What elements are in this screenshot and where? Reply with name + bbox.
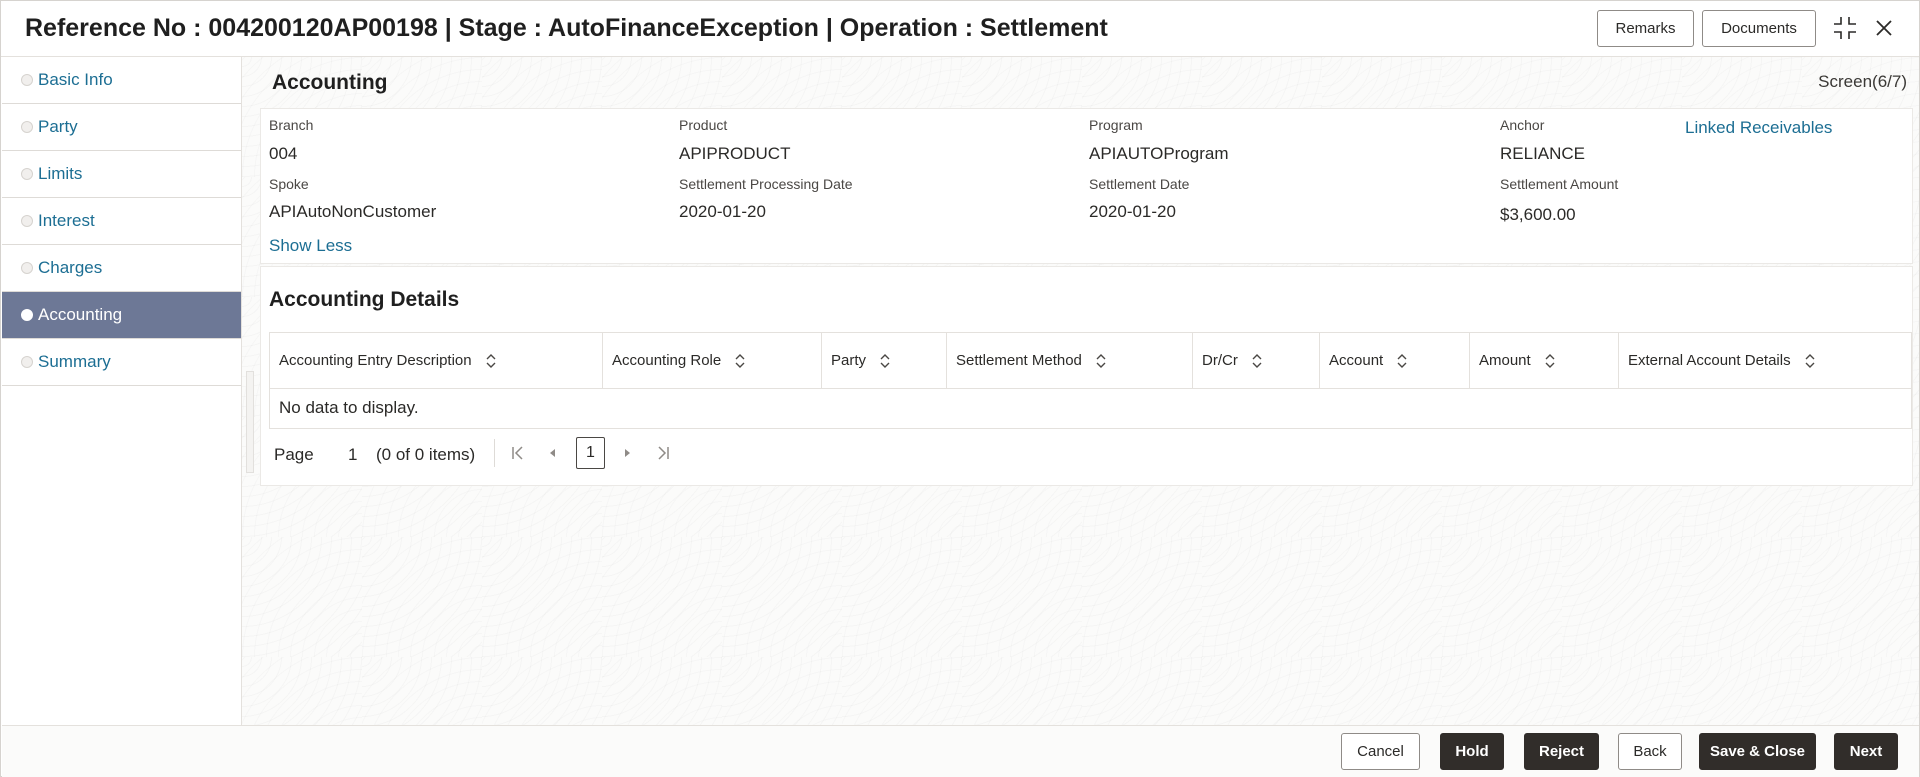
product-value: APIPRODUCT [679,144,791,163]
page-label: Page [274,445,314,464]
summary-card [260,108,1913,264]
step-dot-icon [21,168,33,180]
section-title: Accounting [272,71,388,94]
accounting-details-title: Accounting Details [269,288,460,311]
sort-icon [486,353,496,368]
anchor-label: Anchor [1500,117,1545,133]
program-label: Program [1089,117,1143,133]
settlement-date-value: 2020-01-20 [1089,202,1176,221]
sidebar-item-party[interactable]: Party [2,104,241,151]
items-summary: (0 of 0 items) [376,445,476,464]
sidebar-item-accounting[interactable]: Accounting [2,292,241,339]
save-close-button[interactable]: Save & Close [1699,733,1816,770]
column-header-external-account-details[interactable]: External Account Details [1619,333,1911,388]
close-icon[interactable] [1869,13,1899,43]
sort-icon [1805,353,1815,368]
back-button[interactable]: Back [1618,733,1682,770]
table-header: Accounting Entry Description Accounting … [270,333,1911,389]
pager-divider [494,439,495,467]
sort-icon [735,353,745,368]
hold-button[interactable]: Hold [1440,733,1504,770]
column-header-label: Amount [1479,352,1531,369]
cancel-button[interactable]: Cancel [1341,733,1420,770]
settlement-date-label: Settlement Date [1089,176,1190,192]
sidebar-item-summary[interactable]: Summary [2,339,241,386]
product-label: Product [679,117,728,133]
column-header-amount[interactable]: Amount [1470,333,1619,388]
column-header-accounting-role[interactable]: Accounting Role [603,333,822,388]
first-page-icon[interactable] [509,444,527,462]
step-dot-icon [21,215,33,227]
step-dot-icon [21,356,33,368]
page-title: Reference No : 004200120AP00198 | Stage … [25,14,1108,42]
column-header-dr-cr[interactable]: Dr/Cr [1193,333,1320,388]
spoke-label: Spoke [269,176,309,192]
sidebar-item-label: Party [38,117,78,136]
pagination: Page 1 (0 of 0 items) 1 [269,437,769,469]
collapse-icon[interactable] [1830,13,1860,43]
sort-icon [1096,353,1106,368]
column-header-label: Accounting Entry Description [279,352,472,369]
settlement-processing-date-label: Settlement Processing Date [679,176,853,192]
last-page-icon[interactable] [654,444,672,462]
column-header-account[interactable]: Account [1320,333,1470,388]
sidebar-item-label: Basic Info [38,70,113,89]
sidebar-item-basic-info[interactable]: Basic Info [2,57,241,104]
remarks-button[interactable]: Remarks [1597,10,1694,47]
step-dot-icon [21,309,33,321]
column-header-label: Account [1329,352,1384,369]
linked-receivables-link[interactable]: Linked Receivables [1685,118,1832,138]
current-page-button[interactable]: 1 [576,437,605,469]
sidebar-item-label: Charges [38,258,103,277]
step-dot-icon [21,74,33,86]
step-dot-icon [21,121,33,133]
settlement-amount-label: Settlement Amount [1500,176,1619,192]
sort-icon [1545,353,1555,368]
settlement-processing-date-value: 2020-01-20 [679,202,766,221]
sort-icon [1397,353,1407,368]
sort-icon [880,353,890,368]
anchor-value: RELIANCE [1500,144,1586,163]
branch-label: Branch [269,117,314,133]
next-page-icon[interactable] [618,444,636,462]
header-bar: Reference No : 004200120AP00198 | Stage … [1,1,1919,57]
branch-value: 004 [269,144,298,163]
empty-table-message: No data to display. [279,398,419,417]
next-button[interactable]: Next [1834,733,1898,770]
program-value: APIAUTOProgram [1089,144,1229,163]
page-number-input[interactable]: 1 [348,445,357,465]
spoke-value: APIAutoNonCustomer [269,202,437,221]
column-header-label: Dr/Cr [1202,352,1238,369]
column-header-label: Accounting Role [612,352,722,369]
show-less-link[interactable]: Show Less [269,236,352,256]
screen-indicator: Screen(6/7) [1818,72,1907,91]
column-header-settlement-method[interactable]: Settlement Method [947,333,1193,388]
sidebar-item-limits[interactable]: Limits [2,151,241,198]
scrollbar[interactable] [246,371,254,473]
reject-button[interactable]: Reject [1524,733,1599,770]
sidebar-item-label: Interest [38,211,95,230]
settlement-amount-value: $3,600.00 [1500,205,1576,224]
sidebar-item-label: Accounting [38,305,123,324]
app-window: Reference No : 004200120AP00198 | Stage … [0,0,1920,777]
accounting-details-table: Accounting Entry Description Accounting … [269,332,1912,429]
sort-icon [1252,353,1262,368]
previous-page-icon[interactable] [544,444,562,462]
column-header-party[interactable]: Party [822,333,947,388]
sidebar-nav: Basic Info Party Limits Interest Charges… [2,57,242,725]
column-header-label: Settlement Method [956,352,1082,369]
step-dot-icon [21,262,33,274]
sidebar-item-label: Limits [38,164,83,183]
column-header-label: Party [831,352,867,369]
sidebar-item-charges[interactable]: Charges [2,245,241,292]
column-header-label: External Account Details [1628,352,1791,369]
sidebar-item-interest[interactable]: Interest [2,198,241,245]
sidebar-item-label: Summary [38,352,111,371]
column-header-accounting-entry-description[interactable]: Accounting Entry Description [270,333,603,388]
documents-button[interactable]: Documents [1702,10,1816,47]
